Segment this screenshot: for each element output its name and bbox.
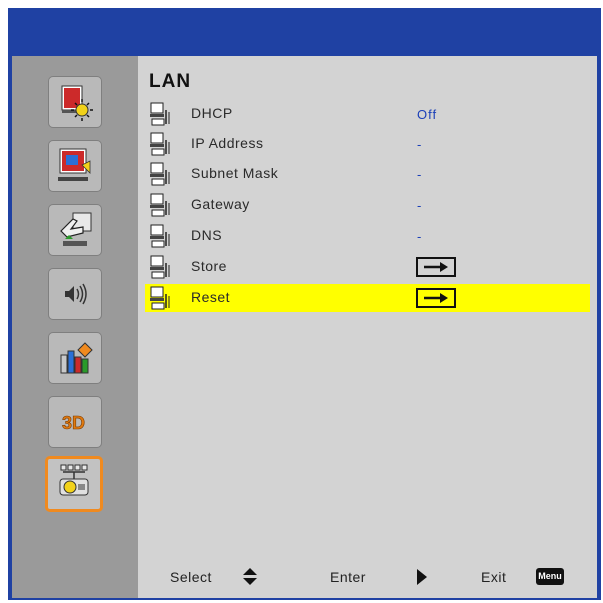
menu-row-store[interactable]: Store [145,253,590,281]
right-arrow-icon [424,293,448,303]
osd-title-bar [8,8,601,48]
row-value: - [417,229,423,244]
network-computer-icon [150,255,170,279]
sidebar-item-3d[interactable]: 3D [48,396,102,448]
network-computer-icon [150,224,170,248]
display-settings-icon [58,148,91,181]
row-value: - [417,198,423,213]
right-arrow-icon [424,262,448,272]
osd-frame: 3D LAN DHCP Off IP Address - Subnet Mask… [8,48,601,600]
row-label: Gateway [191,196,250,212]
menu-row-dns[interactable]: DNS - [145,222,590,250]
row-label: IP Address [191,135,264,151]
menu-row-ip-address[interactable]: IP Address - [145,130,590,158]
network-computer-icon [150,132,170,156]
store-enter-arrow-button[interactable] [416,257,456,277]
menu-key-icon: Menu [536,568,564,585]
network-computer-icon [150,162,170,186]
options-icon [60,342,93,374]
projector-osd: 3D LAN DHCP Off IP Address - Subnet Mask… [8,8,601,600]
network-computer-icon [150,286,170,310]
sidebar-item-display[interactable] [48,140,102,192]
right-triangle-icon [417,569,427,585]
menu-row-dhcp[interactable]: DHCP Off [145,100,590,128]
row-label: DNS [191,227,223,243]
network-computer-icon [150,193,170,217]
select-hint: Select [170,569,212,585]
menu-row-subnet-mask[interactable]: Subnet Mask - [145,160,590,188]
sidebar-item-lan[interactable] [45,456,103,512]
row-label: Reset [191,289,231,305]
3d-icon: 3D [62,413,86,434]
menu-row-reset[interactable]: Reset [145,284,590,312]
sidebar-item-image[interactable] [48,76,102,128]
sidebar-item-setup[interactable] [48,204,102,256]
lan-menu-panel: LAN DHCP Off IP Address - Subnet Mask - … [138,56,597,598]
volume-icon [65,283,87,305]
3d-label: 3D [62,413,85,433]
menu-row-gateway[interactable]: Gateway - [145,191,590,219]
sidebar-item-options[interactable] [48,332,102,384]
setup-hand-icon [60,212,92,246]
row-value: Off [417,107,438,122]
enter-hint: Enter [330,569,366,585]
row-value: - [417,167,423,182]
row-label: Subnet Mask [191,165,279,181]
osd-footer: Select Enter Exit Menu [138,564,597,588]
up-down-arrow-icon [243,568,257,585]
menu-title: LAN [149,71,192,92]
image-brightness-icon [61,85,93,121]
row-value: - [417,137,423,152]
sidebar-item-volume[interactable] [48,268,102,320]
reset-enter-arrow-button[interactable] [416,288,456,308]
row-label: Store [191,258,227,274]
exit-hint: Exit [481,569,507,585]
row-label: DHCP [191,105,233,121]
network-computer-icon [150,102,170,126]
lan-network-icon [59,464,89,496]
category-sidebar: 3D [12,56,138,598]
